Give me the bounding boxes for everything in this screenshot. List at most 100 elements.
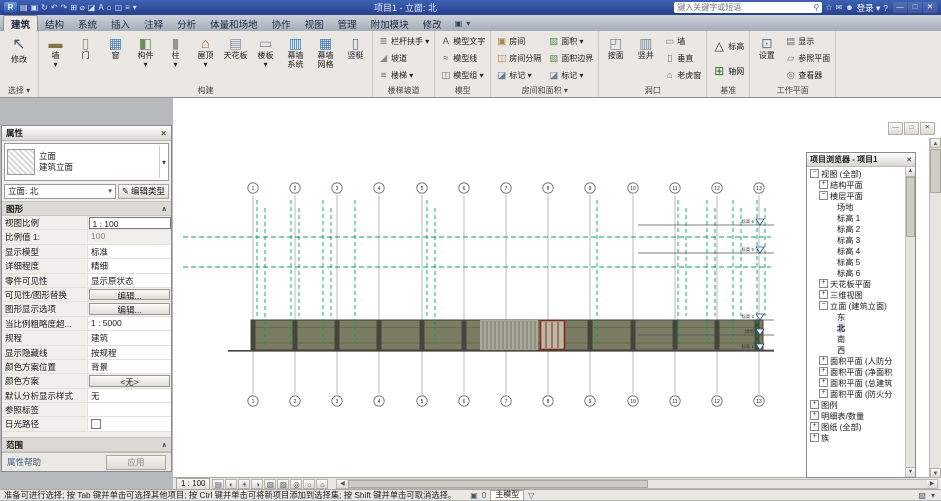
tool-area[interactable]: ▨面积 ▾ — [546, 35, 595, 49]
tree-item-面积平面 (净面积[interactable]: +面积平面 (净面积 — [807, 366, 915, 377]
sun-path-checkbox[interactable] — [91, 419, 101, 429]
section-extents[interactable]: 范围 ∧ — [2, 437, 171, 452]
tree-item-标高 1[interactable]: 标高 1 — [807, 212, 915, 223]
status-expand-icon[interactable]: ▾ — [931, 491, 935, 500]
expand-icon[interactable]: + — [819, 389, 828, 398]
tree-item-面积平面 (人防分[interactable]: +面积平面 (人防分 — [807, 355, 915, 366]
tool-mullion[interactable]: ▯竖梃 — [341, 32, 370, 85]
project-browser-header[interactable]: 项目浏览器 - 项目1 ✕ — [807, 153, 915, 167]
tab-分析[interactable]: 分析 — [170, 16, 203, 31]
tool-model-line[interactable]: ≈模型线 — [438, 52, 487, 66]
qat-more-icon[interactable]: ▾ — [133, 3, 137, 12]
save-icon[interactable]: ▣ — [31, 3, 39, 12]
tool-modify[interactable]: ↖修改 — [2, 32, 36, 85]
tab-插入[interactable]: 插入 — [104, 16, 137, 31]
section-extents-collapse-icon[interactable]: ∧ — [161, 441, 167, 449]
communication-center-icon[interactable]: ✉ — [835, 3, 842, 12]
crop-view-icon[interactable]: ▨ — [277, 479, 289, 489]
expand-icon[interactable]: + — [819, 290, 828, 299]
tool-railing[interactable]: ≣栏杆扶手 ▾ — [376, 35, 431, 49]
browser-scroll-thumb[interactable] — [906, 177, 915, 237]
collapse-icon[interactable]: − — [819, 191, 828, 200]
user-icon[interactable]: ☻ — [845, 3, 853, 12]
collapse-icon[interactable]: − — [810, 169, 819, 178]
vertical-scroll-thumb[interactable] — [930, 149, 941, 193]
expand-icon[interactable]: + — [810, 411, 819, 420]
tool-opening-by-face[interactable]: ◰按面 — [601, 32, 630, 85]
panel-label-datum[interactable]: 基准 — [707, 85, 749, 97]
type-selector[interactable]: 立面 建筑立面 ▾ — [4, 143, 169, 181]
properties-close-icon[interactable]: ✕ — [160, 129, 167, 138]
sign-in-button[interactable]: 登录 ▾ — [857, 2, 881, 14]
revit-app-icon[interactable]: R — [4, 2, 17, 13]
tool-model-text[interactable]: A模型文字 — [438, 35, 487, 49]
view-scale-button[interactable]: 1 : 100 — [176, 478, 210, 490]
tab-协作[interactable]: 协作 — [265, 16, 298, 31]
expand-icon[interactable]: + — [810, 433, 819, 442]
expand-icon[interactable]: + — [819, 378, 828, 387]
shadows-icon[interactable]: ◑ — [251, 479, 263, 489]
tool-ramp[interactable]: ◢坡道 — [376, 52, 431, 66]
browser-scroll-down-icon[interactable]: ▼ — [906, 467, 915, 477]
section-graphics[interactable]: 图形 ∧ — [2, 201, 171, 216]
tool-wall[interactable]: ▬墙 ▾ — [41, 32, 70, 85]
property-value-button[interactable]: <无> — [89, 375, 170, 386]
rendering-icon[interactable]: ▧ — [264, 479, 276, 489]
property-value-value[interactable]: 显示原状态 — [88, 274, 171, 287]
visual-style-icon[interactable]: ◐ — [225, 479, 237, 489]
crop-region-visible-icon[interactable]: ◎ — [290, 479, 302, 489]
tree-item-南[interactable]: 南 — [807, 333, 915, 344]
tool-curtain-system[interactable]: ▥幕墙 系统 — [281, 32, 310, 85]
minimize-icon[interactable]: — — [893, 2, 907, 13]
tree-item-图例[interactable]: +图例 — [807, 399, 915, 410]
expand-icon[interactable]: + — [819, 180, 828, 189]
tool-floor[interactable]: ▭楼板 ▾ — [251, 32, 280, 85]
exchange-apps-icon[interactable]: ☆ — [825, 3, 832, 12]
tree-item-场地[interactable]: 场地 — [807, 201, 915, 212]
tool-curtain-grid[interactable]: ▦幕墙 网格 — [311, 32, 340, 85]
tree-item-三维视图[interactable]: +三维视图 — [807, 289, 915, 300]
edit-type-button[interactable]: ✎ 编辑类型 — [118, 184, 169, 199]
panel-label-circulation[interactable]: 楼梯坡道 — [373, 85, 434, 97]
section-collapse-icon[interactable]: ∧ — [161, 205, 167, 213]
tool-wall-opening[interactable]: ▭墙 — [662, 35, 703, 49]
tab-建筑[interactable]: 建筑 — [3, 15, 38, 31]
tool-ref-plane[interactable]: ▱参照平面 — [783, 52, 832, 66]
scroll-left-icon[interactable]: ◀ — [337, 480, 347, 488]
tool-dormer-opening[interactable]: ⌂老虎窗 — [662, 68, 703, 82]
scroll-right-icon[interactable]: ▶ — [927, 480, 937, 488]
tab-注释[interactable]: 注释 — [137, 16, 170, 31]
tool-door[interactable]: ▯门 — [71, 32, 100, 85]
tree-item-天花板平面[interactable]: +天花板平面 — [807, 278, 915, 289]
tool-shaft-opening[interactable]: ▥竖井 — [631, 32, 660, 85]
property-value-value[interactable]: 建筑 — [88, 331, 171, 344]
tree-item-族[interactable]: +族 — [807, 432, 915, 443]
view-minimize-icon[interactable]: — — [888, 122, 903, 135]
tool-tag-area[interactable]: ◪标记 ▾ — [546, 68, 595, 82]
close-icon[interactable]: ✕ — [923, 2, 937, 13]
tool-area-boundary[interactable]: ▧面积边界 — [546, 52, 595, 66]
project-browser-close-icon[interactable]: ✕ — [906, 156, 912, 164]
tool-roof[interactable]: ⌂屋顶 ▾ — [191, 32, 220, 85]
tag-icon[interactable]: ◪ — [88, 3, 96, 12]
property-value-value[interactable]: 背景 — [88, 360, 171, 373]
redo-icon[interactable]: ↷ — [61, 3, 68, 12]
help-icon[interactable]: ? — [883, 3, 888, 13]
apply-button[interactable]: 应用 — [106, 455, 166, 470]
panel-label-work-plane[interactable]: 工作平面 — [750, 85, 835, 97]
temporary-hide-isolate-icon[interactable]: ☼ — [303, 479, 315, 489]
tool-level[interactable]: △标高 — [710, 35, 746, 57]
property-value-value[interactable]: 精细 — [88, 259, 171, 272]
tab-arrow-icon[interactable]: ▾ — [466, 19, 470, 28]
tab-系统[interactable]: 系统 — [71, 16, 104, 31]
tool-vertical-opening[interactable]: ▯垂直 — [662, 52, 703, 66]
tree-item-标高 5[interactable]: 标高 5 — [807, 256, 915, 267]
print-icon[interactable]: ⊞ — [70, 3, 77, 12]
tab-视图[interactable]: 视图 — [298, 16, 331, 31]
thin-lines-icon[interactable]: ≡ — [125, 3, 130, 12]
property-value-checkbox[interactable] — [88, 417, 171, 430]
browser-scrollbar[interactable]: ▲ ▼ — [905, 167, 915, 477]
tool-grid[interactable]: ⊞轴网 — [710, 60, 746, 82]
tree-item-标高 3[interactable]: 标高 3 — [807, 234, 915, 245]
active-workset-box[interactable]: 主模型 — [490, 490, 524, 501]
